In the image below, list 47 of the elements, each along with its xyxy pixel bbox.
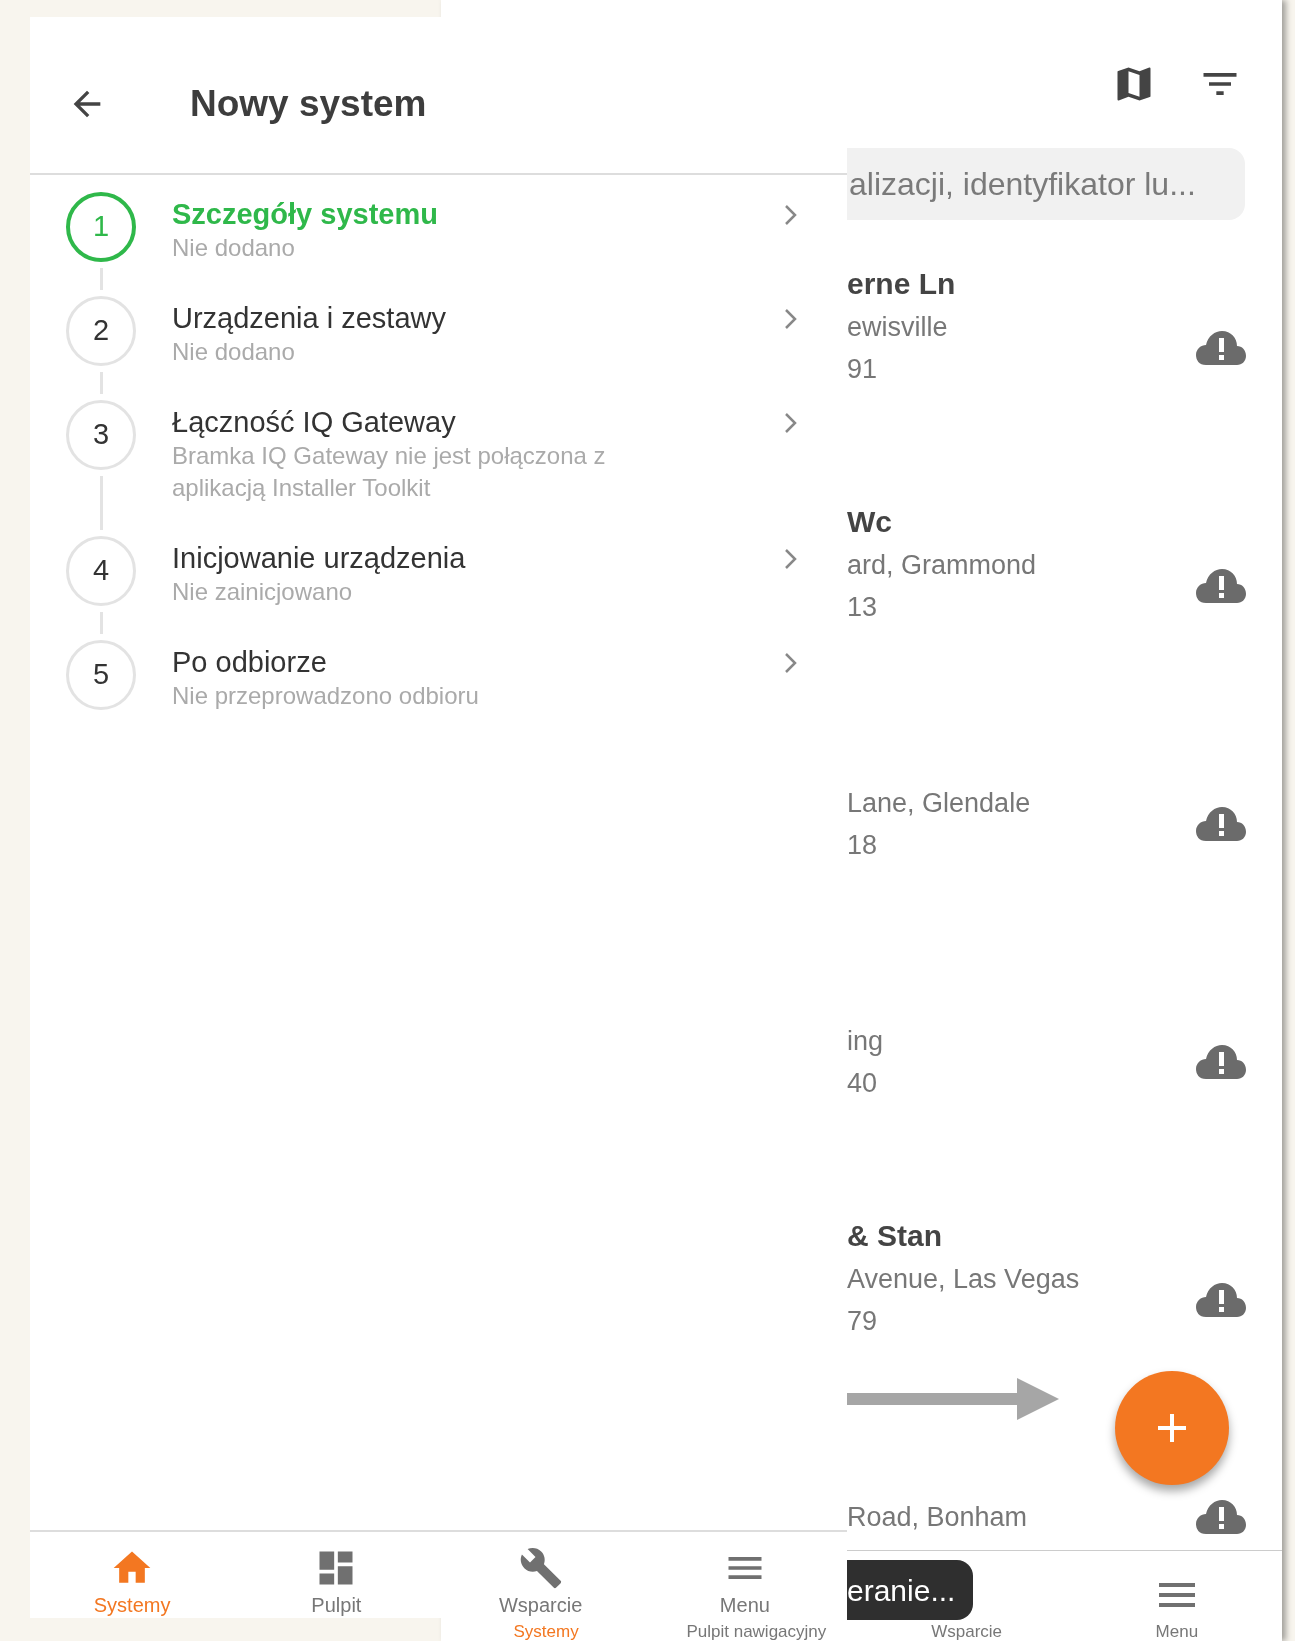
system-id: 13 [847,591,879,624]
search-field[interactable]: alizacji, identyfikator lu... [847,148,1245,220]
step-item[interactable]: Inicjowanie urządzenia Nie zainicjowano [172,536,847,640]
step-number: 2 [66,296,136,366]
nav-tab[interactable]: Systemy [93,1594,171,1616]
cloud-alert-icon [1196,1500,1246,1534]
system-name: Wc [847,503,892,540]
cloud-alert-icon [1196,569,1246,603]
system-id: 91 [847,353,879,386]
cloud-alert-icon [1196,1045,1246,1079]
step-number: 1 [66,192,136,262]
system-address: Lane, Glendale [847,787,1031,820]
cloud-alert-icon [1196,1283,1246,1317]
nav-tab[interactable]: Pulpit nawigacyjny [686,1622,827,1641]
toast-message: eranie... [847,1560,973,1620]
step-number: 4 [66,536,136,606]
chevron-right-icon [784,412,797,434]
system-address: ewisville [847,311,948,344]
system-name: & Stan [847,1217,942,1254]
nav-tab[interactable]: Menu [719,1594,770,1616]
system-address: Avenue, Las Vegas [847,1263,1080,1296]
chevron-right-icon [784,204,797,226]
chevron-right-icon [784,652,797,674]
nav-tab[interactable]: Menu [1155,1622,1199,1641]
system-id: 79 [847,1305,879,1338]
system-address: Road, Bonham [847,1501,1028,1534]
screen-title: Nowy system [190,82,427,127]
step-item[interactable]: Łączność IQ Gateway Bramka IQ Gateway nie jest połączona z aplikacją Installer Toolkit [172,400,847,536]
cloud-alert-icon [1196,807,1246,841]
system-address: ing [847,1025,884,1058]
system-address: ard, Grammond [847,549,1037,582]
chevron-right-icon [784,548,797,570]
chevron-right-icon [784,308,797,330]
system-id: 18 [847,829,879,862]
system-id: 40 [847,1067,879,1100]
step-number: 3 [66,400,136,470]
nav-tab[interactable]: Wsparcie [931,1622,1003,1641]
system-name: erne Ln [847,265,956,302]
wrench-icon [518,1546,563,1590]
nav-tab[interactable]: Systemy [513,1622,579,1641]
step-item[interactable]: Urządzenia i zestawy Nie dodano [172,296,847,400]
step-number: 5 [66,640,136,710]
nav-tab[interactable]: Wsparcie [498,1594,583,1616]
cloud-alert-icon [1196,331,1246,365]
step-item[interactable]: Po odbiorze Nie przeprowadzono odbioru [172,640,847,744]
step-item[interactable]: Szczegóły systemu Nie dodano [172,192,847,296]
nav-tab[interactable]: Pulpit [311,1594,362,1616]
